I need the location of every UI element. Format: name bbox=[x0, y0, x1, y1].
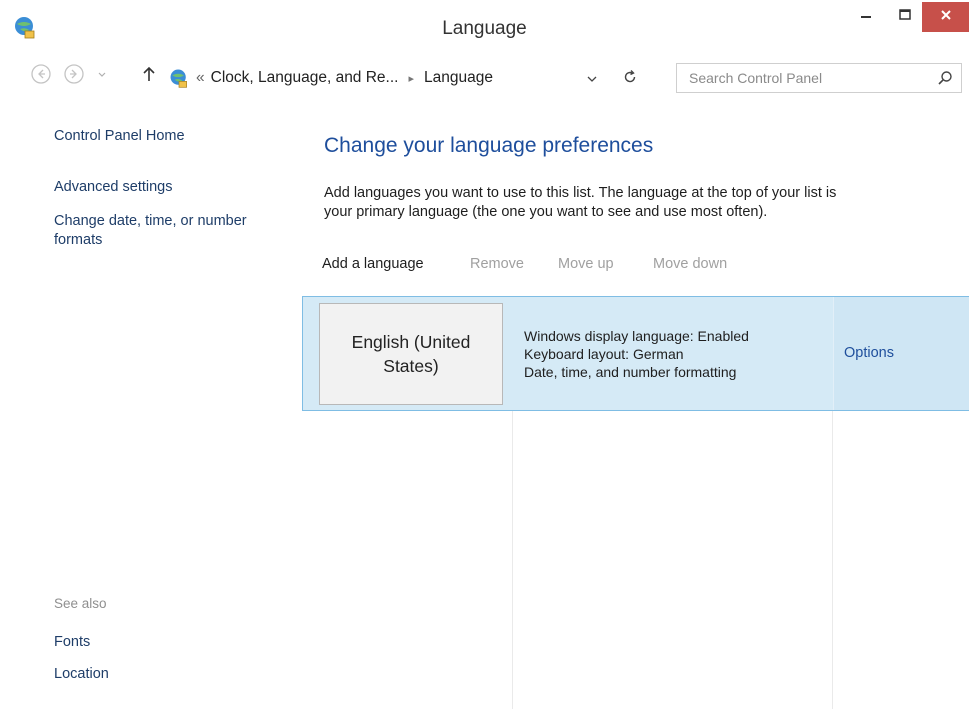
chevron-down-icon bbox=[586, 72, 598, 89]
language-tile[interactable]: English (United States) bbox=[319, 303, 503, 405]
formatting-status: Date, time, and number formatting bbox=[524, 364, 737, 380]
see-also-label: See also bbox=[54, 596, 107, 611]
page-title: Change your language preferences bbox=[324, 134, 654, 157]
search-box[interactable]: Search Control Panel bbox=[676, 63, 962, 93]
remove-button[interactable]: Remove bbox=[470, 256, 524, 272]
search-icon[interactable] bbox=[937, 70, 953, 91]
language-name: English (United bbox=[351, 332, 471, 352]
language-options-link[interactable]: Options bbox=[844, 345, 894, 361]
column-divider bbox=[512, 411, 513, 709]
forward-arrow-icon bbox=[63, 63, 85, 90]
close-button[interactable] bbox=[922, 2, 969, 32]
change-date-time-number-formats-link-line2[interactable]: formats bbox=[54, 232, 102, 248]
move-up-button[interactable]: Move up bbox=[558, 256, 614, 272]
close-icon bbox=[939, 8, 953, 27]
description-line: your primary language (the one you want … bbox=[324, 204, 768, 220]
control-panel-globe-icon bbox=[168, 67, 190, 89]
language-name-line2: States) bbox=[383, 356, 439, 376]
up-button[interactable] bbox=[140, 64, 158, 88]
add-language-button[interactable]: Add a language bbox=[322, 256, 424, 272]
back-arrow-icon bbox=[30, 63, 52, 90]
refresh-icon bbox=[622, 70, 638, 89]
language-window: Language « Clock, Language, and Re... ▸ … bbox=[0, 0, 969, 709]
back-button[interactable] bbox=[29, 63, 53, 90]
fonts-link[interactable]: Fonts bbox=[54, 634, 90, 650]
display-language-status: Windows display language: Enabled bbox=[524, 328, 749, 344]
page-description: Add languages you want to use to this li… bbox=[324, 184, 964, 222]
change-date-time-number-formats-link[interactable]: Change date, time, or number bbox=[54, 213, 247, 229]
advanced-settings-link[interactable]: Advanced settings bbox=[54, 179, 173, 195]
navigation-bar: « Clock, Language, and Re... ▸ Language … bbox=[0, 60, 969, 96]
breadcrumb-overflow[interactable]: « bbox=[196, 69, 205, 87]
chevron-down-icon bbox=[97, 67, 107, 85]
maximize-icon bbox=[898, 8, 912, 27]
refresh-button[interactable] bbox=[622, 69, 638, 90]
language-list-item[interactable]: English (United States) Windows display … bbox=[302, 296, 969, 411]
keyboard-layout-status: Keyboard layout: German bbox=[524, 346, 684, 362]
title-bar[interactable]: Language bbox=[0, 0, 969, 56]
column-divider bbox=[832, 411, 833, 709]
breadcrumb-item-language[interactable]: Language bbox=[424, 69, 493, 87]
language-details: Windows display language: Enabled Keyboa… bbox=[524, 327, 749, 381]
recent-pages-button[interactable] bbox=[94, 64, 110, 88]
breadcrumb-item-clock-language-region[interactable]: Clock, Language, and Re... bbox=[211, 69, 399, 87]
up-arrow-icon bbox=[142, 65, 156, 88]
control-panel-home-link[interactable]: Control Panel Home bbox=[54, 128, 185, 144]
description-line: Add languages you want to use to this li… bbox=[324, 185, 837, 201]
location-link[interactable]: Location bbox=[54, 666, 109, 682]
search-input[interactable]: Search Control Panel bbox=[689, 70, 822, 86]
forward-button[interactable] bbox=[62, 63, 86, 90]
breadcrumb-separator[interactable]: ▸ bbox=[408, 72, 414, 85]
move-down-button[interactable]: Move down bbox=[653, 256, 727, 272]
minimize-button[interactable] bbox=[848, 2, 884, 32]
left-navigation-pane: Control Panel Home Advanced settings Cha… bbox=[0, 96, 300, 709]
maximize-button[interactable] bbox=[888, 2, 922, 32]
window-title: Language bbox=[442, 18, 527, 39]
address-bar[interactable]: « Clock, Language, and Re... ▸ Language bbox=[168, 63, 660, 93]
address-dropdown-button[interactable] bbox=[586, 72, 598, 90]
minimize-icon bbox=[859, 8, 873, 27]
options-column: Options bbox=[833, 297, 969, 410]
